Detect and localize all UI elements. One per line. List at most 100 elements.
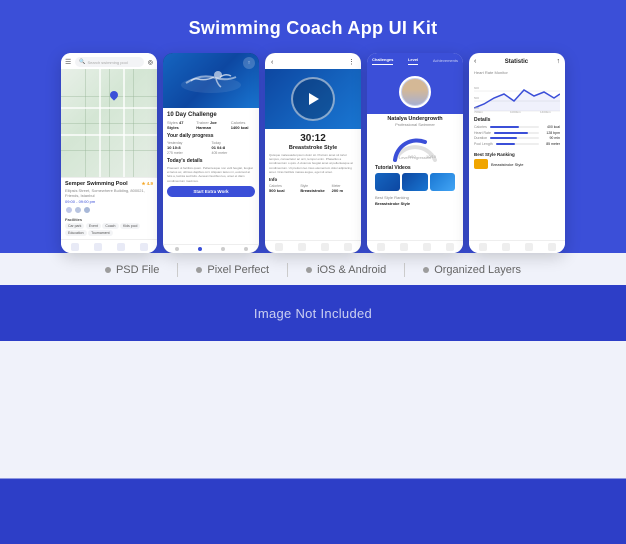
phone-timer: ‹ ⋮ 30:12 Breaststroke Style Quisque mal… bbox=[265, 53, 361, 253]
video-row bbox=[375, 173, 455, 191]
footer-text: Image Not Included bbox=[254, 306, 372, 321]
feature-ios: iOS & Android bbox=[290, 264, 402, 276]
phone1-bottom-nav bbox=[61, 239, 157, 253]
tab-level[interactable]: Level bbox=[408, 57, 418, 65]
meta-cal-label: Calories 1400 kcal bbox=[231, 120, 255, 130]
level-progression: 0/10 10/10 Level Progression bbox=[371, 129, 459, 163]
nav-icon-chart[interactable] bbox=[502, 243, 510, 251]
nav-icon-profile[interactable] bbox=[140, 243, 148, 251]
facilities-buttons: Car park Event Coach Kids pool Education… bbox=[65, 223, 153, 237]
fac-btn-kidspool[interactable]: Kids pool bbox=[120, 223, 140, 229]
detail-bar-duration bbox=[490, 137, 517, 139]
start-extra-work-button[interactable]: Start Extra Work bbox=[167, 186, 255, 197]
nav-icon-search[interactable] bbox=[94, 243, 102, 251]
detail-label-calories: Calories bbox=[474, 125, 487, 129]
share-icon[interactable]: ↑ bbox=[557, 58, 561, 65]
detail-bar-heartrate bbox=[494, 132, 528, 134]
phone1-search-bar[interactable]: 🔍 Search swimming pool bbox=[75, 57, 143, 67]
map-pin[interactable] bbox=[109, 91, 119, 103]
session-item: 405 meter bbox=[212, 151, 256, 155]
nav-icon-list[interactable] bbox=[525, 243, 533, 251]
phone4-swimmer-section bbox=[367, 69, 463, 114]
calories-val: 500 kcal bbox=[269, 188, 294, 193]
more-icon[interactable]: ⋮ bbox=[348, 58, 355, 66]
details-title: Details bbox=[474, 117, 560, 123]
nav-icon-home[interactable] bbox=[377, 243, 385, 251]
play-button[interactable] bbox=[291, 77, 335, 121]
tab-challenges[interactable]: Challenges bbox=[372, 57, 393, 65]
footer: Image Not Included bbox=[0, 285, 626, 341]
nav-icon-stats[interactable] bbox=[423, 243, 431, 251]
feature-label-pixel: Pixel Perfect bbox=[207, 264, 269, 276]
main-background: Swimming Coach App UI Kit ☰ 🔍 Search swi… bbox=[0, 0, 626, 544]
best-style-title: Best Style Ranking bbox=[469, 150, 565, 158]
detail-val-calories: 400 kcal bbox=[542, 125, 560, 129]
phone1-map bbox=[61, 69, 157, 177]
phone2-banner: ↑ bbox=[163, 53, 259, 108]
style-desc: Quisque malesuada ipsum dolor sit. Preti… bbox=[269, 153, 357, 174]
fac-btn-coach[interactable]: Coach bbox=[102, 223, 118, 229]
fac-btn-tournament[interactable]: Tournament bbox=[88, 230, 112, 236]
nav-icon-swim[interactable] bbox=[400, 243, 408, 251]
detail-row-calories: Calories 400 kcal bbox=[474, 125, 560, 129]
video-thumb-3[interactable] bbox=[430, 173, 455, 191]
arc-chart: 0/10 10/10 Level Progression bbox=[390, 132, 440, 160]
share-button[interactable]: ↑ bbox=[243, 57, 255, 69]
best-style-name: Breaststroke Style bbox=[491, 162, 523, 167]
detail-val-duration: 90 min bbox=[542, 136, 560, 140]
nav-icon-map[interactable] bbox=[117, 243, 125, 251]
feature-label-ios: iOS & Android bbox=[317, 264, 386, 276]
svg-text:1000km: 1000km bbox=[510, 110, 521, 114]
phone5-bottom-nav bbox=[469, 240, 565, 253]
athlete-title: Professional Swimmer bbox=[371, 122, 459, 127]
session-item: Yesterday 10 10:8 bbox=[167, 141, 211, 150]
nav-dot[interactable] bbox=[244, 247, 248, 251]
nav-icon-play[interactable] bbox=[298, 243, 306, 251]
video-thumb-1[interactable] bbox=[375, 173, 400, 191]
best-style-item: Breaststroke Style bbox=[469, 158, 565, 170]
feature-separator bbox=[287, 263, 288, 277]
feature-label-layers: Organized Layers bbox=[434, 264, 521, 276]
phone2-bottom-nav bbox=[163, 244, 259, 253]
session-item: Today 01 04:8 bbox=[212, 141, 256, 150]
detail-bar-pool bbox=[496, 143, 515, 145]
nav-dot[interactable] bbox=[175, 247, 179, 251]
feature-label-psd: PSD File bbox=[116, 264, 159, 276]
detail-bar-wrap bbox=[494, 132, 539, 134]
video-thumb-2[interactable] bbox=[402, 173, 427, 191]
place-name: Semper Swimming Pool bbox=[65, 181, 128, 187]
nav-icon-list[interactable] bbox=[321, 243, 329, 251]
fac-btn-carpark[interactable]: Car park bbox=[65, 223, 84, 229]
feature-psd: PSD File bbox=[89, 264, 175, 276]
back-icon[interactable]: ‹ bbox=[271, 59, 273, 66]
info-item-calories: Calories 500 kcal bbox=[269, 184, 294, 193]
fac-btn-event[interactable]: Event bbox=[86, 223, 101, 229]
videos-title: Tutorial Videos bbox=[375, 165, 455, 171]
challenge-title: 10 Day Challenge bbox=[167, 112, 255, 118]
phone1-info: Semper Swimming Pool ★ 4.9 Ellipsis Stre… bbox=[61, 177, 157, 240]
detail-bar-calories bbox=[490, 126, 519, 128]
fac-btn-education[interactable]: Education bbox=[65, 230, 87, 236]
nav-icon-profile[interactable] bbox=[548, 243, 556, 251]
nav-icon-home[interactable] bbox=[479, 243, 487, 251]
meta-trainer-label: Trainer Joe Harman bbox=[196, 120, 222, 130]
nav-icon-home[interactable] bbox=[275, 243, 283, 251]
nav-icon-profile[interactable] bbox=[344, 243, 352, 251]
nav-dot[interactable] bbox=[221, 247, 225, 251]
details-text: Praesent ut facilisis quam. Pellentesque… bbox=[167, 166, 255, 183]
avatar bbox=[74, 206, 82, 214]
detail-val-pool: 85 meter bbox=[542, 142, 560, 146]
best-style-name: Breaststroke Style bbox=[375, 201, 455, 206]
meta-styles-label: Styles 47 Styles bbox=[167, 120, 188, 130]
stats-details: Details Calories 400 kcal Heart Rate 128… bbox=[469, 114, 565, 150]
place-rating: ★ 4.9 bbox=[141, 181, 153, 187]
nav-dot-active[interactable] bbox=[198, 247, 202, 251]
features-bar: PSD File Pixel Perfect iOS & Android Org… bbox=[0, 253, 626, 285]
nav-icon-user[interactable] bbox=[446, 243, 454, 251]
nav-icon-home[interactable] bbox=[71, 243, 79, 251]
svg-text:600: 600 bbox=[474, 86, 479, 90]
phone-statistics: ‹ Statistic ↑ Heart Rate Monitor 700km 1… bbox=[469, 53, 565, 253]
tab-achievements[interactable]: Achievements bbox=[433, 58, 458, 65]
back-icon[interactable]: ‹ bbox=[474, 58, 476, 65]
info-row: Calories 500 kcal Style Breaststroke Met… bbox=[269, 184, 357, 193]
